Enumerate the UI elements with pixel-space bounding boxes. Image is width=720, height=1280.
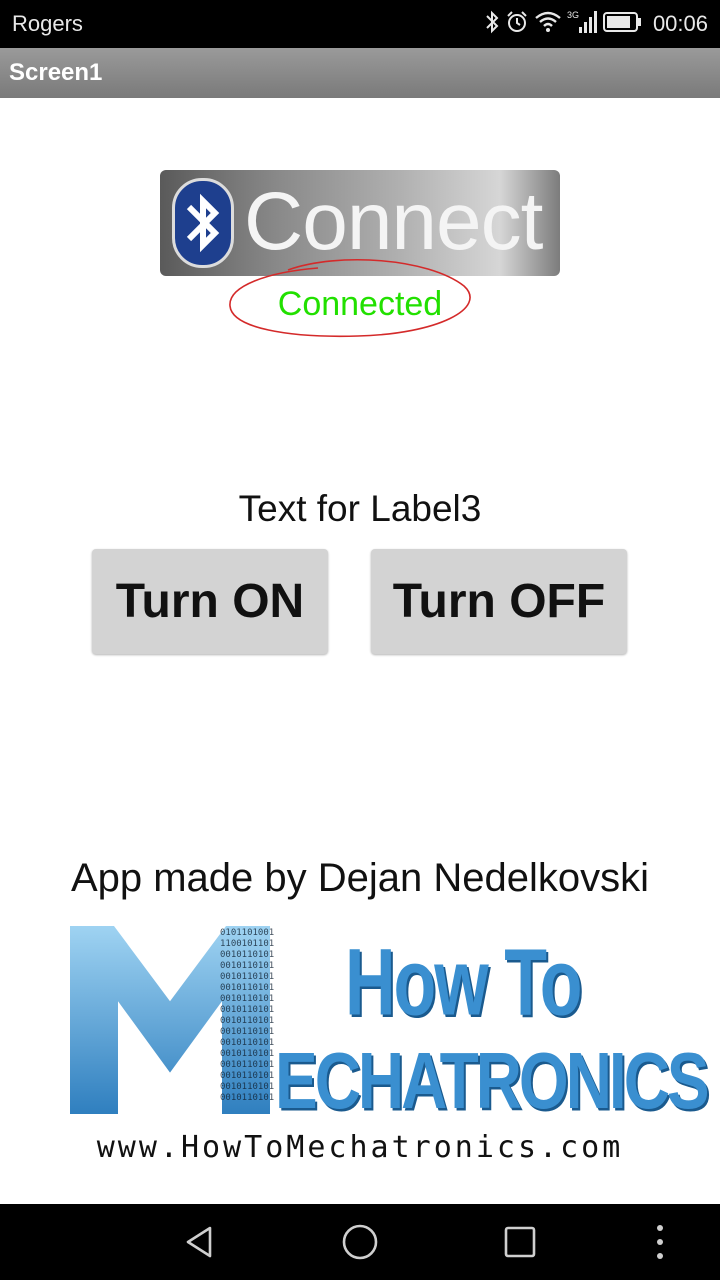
connect-label: Connect bbox=[244, 176, 543, 267]
screen-title: Screen1 bbox=[9, 59, 103, 86]
status-bar: Rogers 3G 00:06 bbox=[0, 0, 720, 48]
battery-icon bbox=[602, 11, 643, 38]
turn-off-button[interactable]: Turn OFF bbox=[371, 549, 627, 654]
home-icon[interactable] bbox=[340, 1222, 380, 1267]
logo-binary-pattern: 0101101001110010110100101101010010110101… bbox=[220, 928, 275, 1103]
status-icons: 3G 00:06 bbox=[485, 9, 708, 39]
wifi-icon bbox=[535, 11, 561, 38]
signal-icon: 3G bbox=[567, 9, 597, 40]
bluetooth-icon bbox=[172, 178, 234, 268]
howtomechatronics-logo: 0101101001110010110100101101010010110101… bbox=[70, 926, 710, 1125]
website-label: www.HowToMechatronics.com bbox=[96, 1130, 624, 1165]
recents-icon[interactable] bbox=[502, 1222, 538, 1267]
clock: 00:06 bbox=[652, 11, 708, 36]
navigation-bar bbox=[0, 1204, 720, 1280]
logo-mechatronics-text: ECHATRONICS bbox=[275, 1035, 710, 1126]
turn-on-button[interactable]: Turn ON bbox=[92, 549, 328, 654]
title-bar: Screen1 bbox=[0, 48, 720, 98]
menu-icon[interactable] bbox=[650, 1222, 670, 1267]
back-icon[interactable] bbox=[180, 1222, 220, 1267]
carrier-label: Rogers bbox=[12, 11, 83, 36]
label3: Text for Label3 bbox=[238, 488, 482, 529]
connection-status-label: Connected bbox=[277, 285, 443, 323]
logo-how-to-text: How To bbox=[345, 929, 583, 1035]
bluetooth-icon bbox=[485, 10, 499, 39]
network-type: 3G bbox=[567, 10, 579, 20]
alarm-icon bbox=[505, 10, 529, 39]
made-by-label: App made by Dejan Nedelkovski bbox=[70, 856, 650, 900]
